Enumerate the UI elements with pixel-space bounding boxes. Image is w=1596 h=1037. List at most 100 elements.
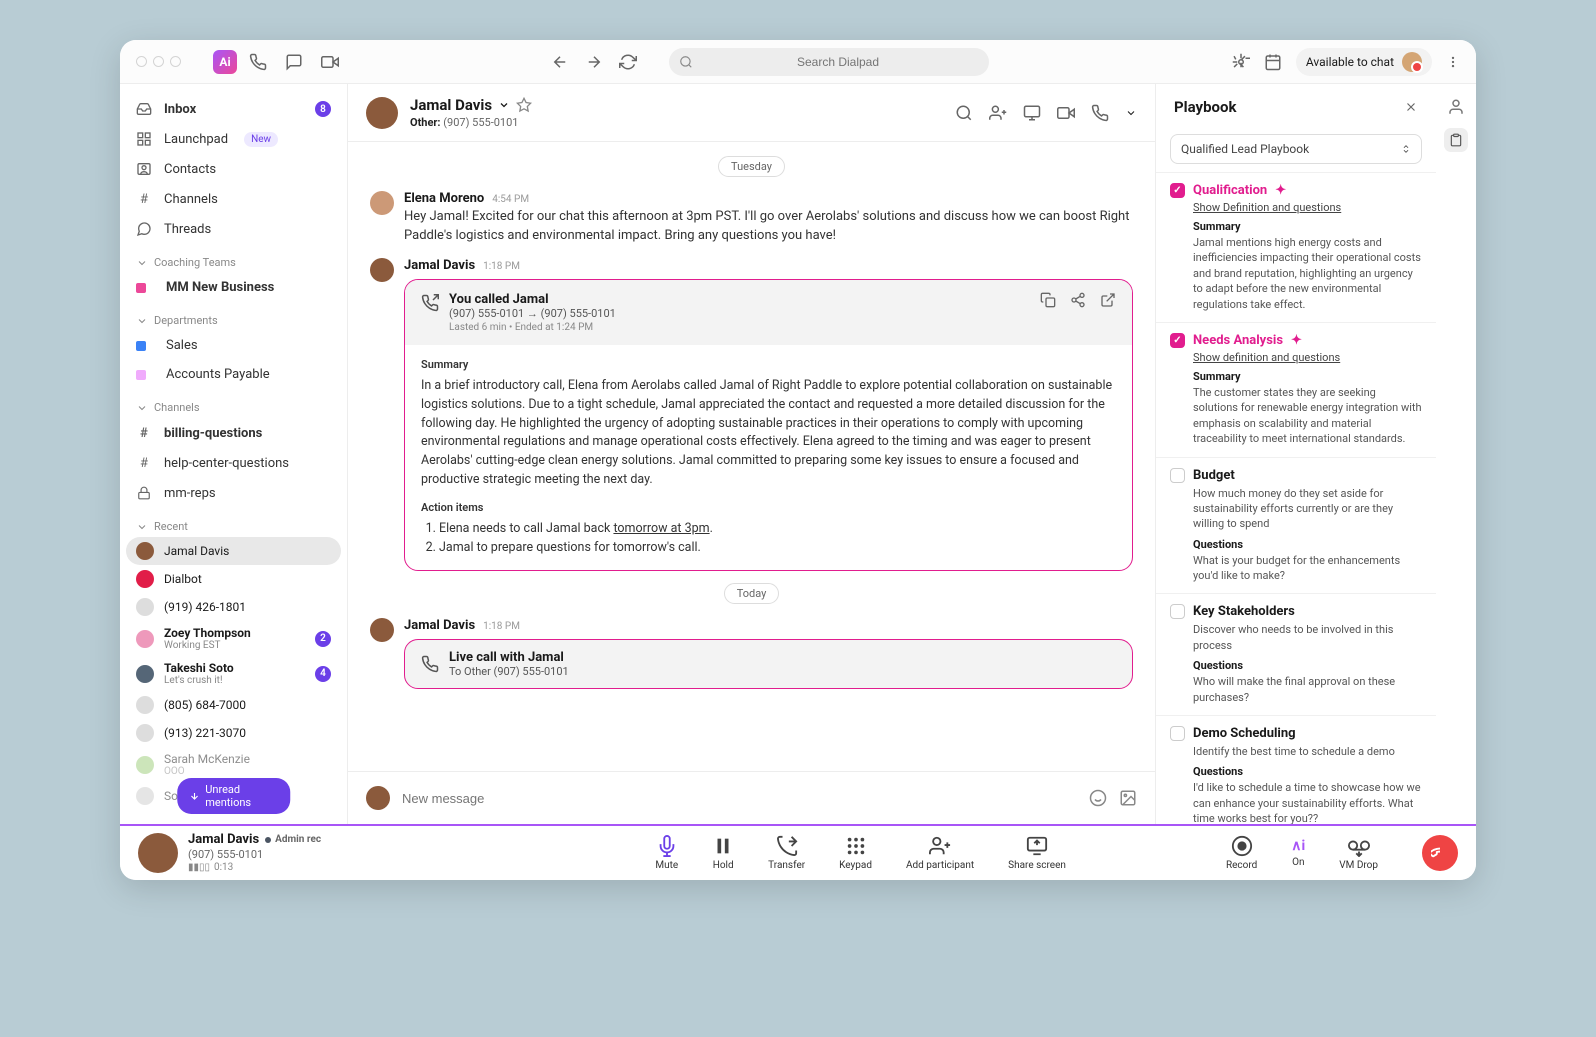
team-mm-new-business[interactable]: MM New Business — [120, 273, 347, 302]
playbook-list[interactable]: ✓Qualification ✦ Show Definition and que… — [1156, 172, 1436, 824]
star-icon[interactable] — [516, 97, 532, 113]
recent-number-2[interactable]: (805) 684-7000 — [120, 691, 347, 719]
keypad-button[interactable]: Keypad — [839, 835, 872, 871]
checkbox-icon[interactable]: ✓ — [1170, 183, 1185, 198]
message-icon[interactable] — [285, 53, 303, 71]
chevron-down-icon[interactable] — [1125, 107, 1137, 119]
app-window: Ai Available to chat — [120, 40, 1476, 880]
arrow-down-icon — [189, 790, 200, 802]
titlebar: Ai Available to chat — [120, 40, 1476, 84]
phone-icon[interactable] — [1091, 104, 1109, 122]
playbook-item-demo: Demo Scheduling Identify the best time t… — [1156, 715, 1436, 824]
channel-help[interactable]: #help-center-questions — [120, 448, 347, 478]
vm-drop-button[interactable]: VM Drop — [1339, 835, 1378, 871]
record-button[interactable]: Record — [1226, 835, 1257, 871]
traffic-lights — [136, 56, 181, 67]
nav-threads[interactable]: Threads — [120, 214, 347, 244]
search-icon[interactable] — [955, 104, 973, 122]
checkbox-icon[interactable] — [1170, 604, 1185, 619]
phone-icon[interactable] — [249, 53, 267, 71]
sidebar: Inbox 8 Launchpad New Contacts # Channel… — [120, 84, 348, 824]
recent-takeshi[interactable]: Takeshi SotoLet's crush it!4 — [120, 656, 347, 691]
contact-name[interactable]: Jamal Davis — [410, 96, 532, 114]
more-icon[interactable] — [1446, 53, 1460, 71]
message-scroll[interactable]: Tuesday Elena Moreno4:54 PM Hey Jamal! E… — [348, 142, 1155, 771]
composer-avatar — [366, 786, 390, 810]
transfer-button[interactable]: Transfer — [768, 835, 805, 871]
comm-icons — [249, 53, 339, 71]
nav-inbox[interactable]: Inbox 8 — [120, 94, 347, 124]
add-person-icon[interactable] — [989, 104, 1007, 122]
recent-jamal[interactable]: Jamal Davis — [126, 537, 341, 565]
channel-billing[interactable]: #billing-questions — [120, 418, 347, 448]
section-coaching[interactable]: Coaching Teams — [120, 244, 347, 273]
record-icon — [1231, 835, 1253, 857]
notes-badge[interactable] — [1444, 128, 1468, 152]
availability-label: Available to chat — [1306, 55, 1394, 69]
copy-icon[interactable] — [1040, 292, 1056, 308]
chevron-down-icon — [136, 257, 148, 269]
conversation-panel: Jamal Davis Other: (907) 555-0101 Tue — [348, 84, 1156, 824]
external-link-icon[interactable] — [1100, 292, 1116, 308]
availability-pill[interactable]: Available to chat — [1296, 48, 1432, 76]
recent-number-3[interactable]: (913) 221-3070 — [120, 719, 347, 747]
video-icon[interactable] — [321, 53, 339, 71]
dept-sales[interactable]: Sales — [120, 331, 347, 360]
screenshare-icon[interactable] — [1023, 104, 1041, 122]
playbook-item-qualification: ✓Qualification ✦ Show Definition and que… — [1156, 172, 1436, 322]
back-icon[interactable] — [551, 53, 569, 71]
settings-icon[interactable] — [1232, 53, 1250, 71]
hangup-button[interactable] — [1422, 835, 1458, 871]
hold-button[interactable]: Hold — [712, 835, 734, 871]
unread-mentions-button[interactable]: Unread mentions — [177, 778, 291, 814]
recent-dialbot[interactable]: Dialbot — [120, 565, 347, 593]
recent-sarah[interactable]: Sarah McKenzieOOO — [120, 747, 347, 782]
nav-channels[interactable]: # Channels — [120, 184, 347, 214]
forward-icon[interactable] — [585, 53, 603, 71]
transfer-icon — [776, 835, 798, 857]
show-def-link[interactable]: Show definition and questions — [1193, 351, 1422, 364]
chevron-down-icon — [136, 402, 148, 414]
close-window[interactable] — [136, 56, 147, 67]
minimize-window[interactable] — [153, 56, 164, 67]
call-actions-right: Record ∧iOn VM Drop — [1226, 835, 1458, 871]
ai-button[interactable]: ∧iOn — [1291, 838, 1305, 868]
share-icon[interactable] — [1070, 292, 1086, 308]
avatar — [136, 756, 154, 774]
section-channels[interactable]: Channels — [120, 389, 347, 418]
emoji-icon[interactable] — [1089, 789, 1107, 807]
section-departments[interactable]: Departments — [120, 302, 347, 331]
call-avatar — [138, 833, 178, 873]
mute-button[interactable]: Mute — [655, 835, 678, 871]
right-rail — [1436, 84, 1476, 824]
calendar-icon[interactable] — [1264, 53, 1282, 71]
dept-accounts-payable[interactable]: Accounts Payable — [120, 360, 347, 389]
threads-icon — [136, 221, 152, 237]
recent-zoey[interactable]: Zoey ThompsonWorking EST2 — [120, 621, 347, 656]
person-icon[interactable] — [1447, 98, 1465, 116]
section-recent[interactable]: Recent — [120, 508, 347, 537]
close-icon[interactable] — [1404, 100, 1418, 114]
live-call-card[interactable]: Live call with Jamal To Other (907) 555-… — [404, 639, 1133, 689]
maximize-window[interactable] — [170, 56, 181, 67]
square-icon — [136, 283, 146, 293]
show-def-link[interactable]: Show Definition and questions — [1193, 201, 1422, 214]
channel-mm-reps[interactable]: mm-reps — [120, 478, 347, 508]
app-logo[interactable]: Ai — [213, 50, 237, 74]
search — [669, 48, 989, 76]
recent-number-1[interactable]: (919) 426-1801 — [120, 593, 347, 621]
add-participant-button[interactable]: Add participant — [906, 835, 974, 871]
video-icon[interactable] — [1057, 104, 1075, 122]
nav-contacts[interactable]: Contacts — [120, 154, 347, 184]
share-screen-button[interactable]: Share screen — [1008, 835, 1066, 871]
checkbox-icon[interactable] — [1170, 726, 1185, 741]
composer-input[interactable] — [402, 791, 1077, 806]
image-icon[interactable] — [1119, 789, 1137, 807]
search-input[interactable] — [669, 48, 989, 76]
checkbox-icon[interactable]: ✓ — [1170, 333, 1185, 348]
nav-launchpad[interactable]: Launchpad New — [120, 124, 347, 154]
playbook-select[interactable]: Qualified Lead Playbook — [1170, 134, 1422, 164]
refresh-icon[interactable] — [619, 53, 637, 71]
generic-avatar — [136, 724, 154, 742]
checkbox-icon[interactable] — [1170, 468, 1185, 483]
